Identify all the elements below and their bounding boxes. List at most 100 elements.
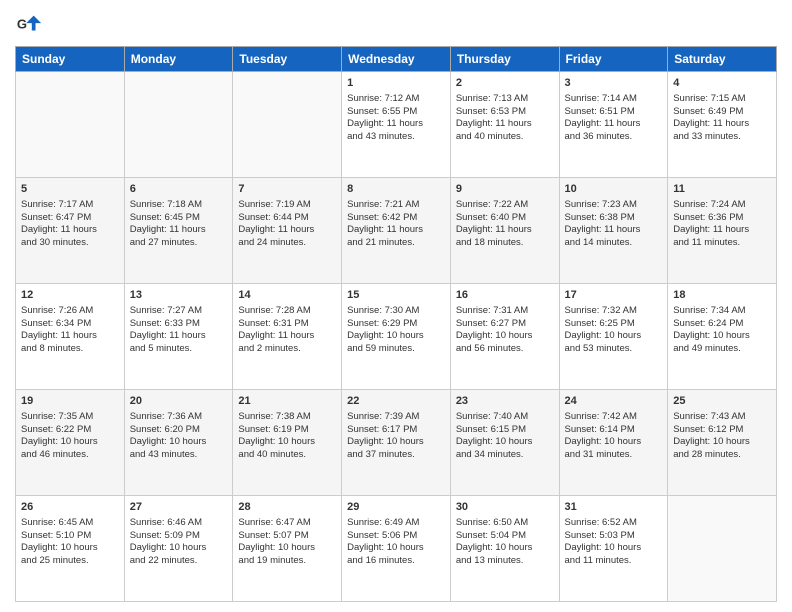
weekday-header-monday: Monday	[124, 47, 233, 72]
day-info-line: and 40 minutes.	[238, 449, 336, 462]
page: G SundayMondayTuesdayWednesdayThursdayFr…	[0, 0, 792, 612]
svg-text:G: G	[17, 17, 27, 32]
calendar-cell: 23Sunrise: 7:40 AMSunset: 6:15 PMDayligh…	[450, 390, 559, 496]
day-number: 1	[347, 76, 445, 91]
weekday-header-saturday: Saturday	[668, 47, 777, 72]
day-info-line: Sunset: 6:40 PM	[456, 212, 554, 225]
day-info-line: Sunrise: 7:27 AM	[130, 305, 228, 318]
day-info-line: Daylight: 11 hours	[130, 330, 228, 343]
day-info-line: Sunset: 6:47 PM	[21, 212, 119, 225]
calendar-cell: 28Sunrise: 6:47 AMSunset: 5:07 PMDayligh…	[233, 496, 342, 602]
day-info-line: Sunrise: 6:52 AM	[565, 517, 663, 530]
day-number: 16	[456, 288, 554, 303]
weekday-header-tuesday: Tuesday	[233, 47, 342, 72]
day-info-line: Sunset: 6:27 PM	[456, 318, 554, 331]
day-info-line: and 43 minutes.	[130, 449, 228, 462]
calendar-cell: 31Sunrise: 6:52 AMSunset: 5:03 PMDayligh…	[559, 496, 668, 602]
day-info-line: Sunset: 6:36 PM	[673, 212, 771, 225]
header: G	[15, 10, 777, 38]
day-info-line: and 36 minutes.	[565, 131, 663, 144]
day-info-line: Sunrise: 7:35 AM	[21, 411, 119, 424]
day-info-line: Sunset: 5:04 PM	[456, 530, 554, 543]
day-info-line: Sunset: 6:25 PM	[565, 318, 663, 331]
calendar-cell: 22Sunrise: 7:39 AMSunset: 6:17 PMDayligh…	[342, 390, 451, 496]
day-number: 8	[347, 182, 445, 197]
day-info-line: Daylight: 11 hours	[21, 224, 119, 237]
day-info-line: Sunset: 6:14 PM	[565, 424, 663, 437]
calendar-cell: 1Sunrise: 7:12 AMSunset: 6:55 PMDaylight…	[342, 72, 451, 178]
logo: G	[15, 10, 47, 38]
day-info-line: Sunset: 6:33 PM	[130, 318, 228, 331]
day-number: 24	[565, 394, 663, 409]
calendar-cell	[124, 72, 233, 178]
day-info-line: and 27 minutes.	[130, 237, 228, 250]
day-number: 3	[565, 76, 663, 91]
day-info-line: and 5 minutes.	[130, 343, 228, 356]
day-info-line: and 24 minutes.	[238, 237, 336, 250]
day-info-line: and 46 minutes.	[21, 449, 119, 462]
day-info-line: Sunrise: 7:31 AM	[456, 305, 554, 318]
day-info-line: Daylight: 11 hours	[565, 224, 663, 237]
day-info-line: Sunset: 6:24 PM	[673, 318, 771, 331]
calendar-header: SundayMondayTuesdayWednesdayThursdayFrid…	[16, 47, 777, 72]
day-info-line: Sunrise: 7:28 AM	[238, 305, 336, 318]
day-info-line: and 59 minutes.	[347, 343, 445, 356]
calendar-cell: 8Sunrise: 7:21 AMSunset: 6:42 PMDaylight…	[342, 178, 451, 284]
calendar-cell: 24Sunrise: 7:42 AMSunset: 6:14 PMDayligh…	[559, 390, 668, 496]
day-info-line: Daylight: 10 hours	[347, 436, 445, 449]
calendar-week-4: 26Sunrise: 6:45 AMSunset: 5:10 PMDayligh…	[16, 496, 777, 602]
day-info-line: and 37 minutes.	[347, 449, 445, 462]
calendar-cell: 20Sunrise: 7:36 AMSunset: 6:20 PMDayligh…	[124, 390, 233, 496]
day-info-line: Sunset: 5:09 PM	[130, 530, 228, 543]
weekday-header-row: SundayMondayTuesdayWednesdayThursdayFrid…	[16, 47, 777, 72]
day-info-line: Sunset: 6:34 PM	[21, 318, 119, 331]
calendar-cell: 11 Sunrise: 7:24 AMSunset: 6:36 PMDayligh…	[668, 178, 777, 284]
day-info-line: and 11 minutes.	[565, 555, 663, 568]
day-info-line: Daylight: 11 hours	[565, 118, 663, 131]
day-info-line: Sunset: 5:07 PM	[238, 530, 336, 543]
day-number: 28	[238, 500, 336, 515]
day-number: 19	[21, 394, 119, 409]
day-info-line: Sunrise: 7:18 AM	[130, 199, 228, 212]
calendar-cell: 9Sunrise: 7:22 AMSunset: 6:40 PMDaylight…	[450, 178, 559, 284]
day-info-line: Sunrise: 6:45 AM	[21, 517, 119, 530]
day-info-line: Sunrise: 7:30 AM	[347, 305, 445, 318]
calendar-cell: 18Sunrise: 7:34 AMSunset: 6:24 PMDayligh…	[668, 284, 777, 390]
day-info-line: Daylight: 11 hours	[238, 330, 336, 343]
day-info-line: and 25 minutes.	[21, 555, 119, 568]
day-info-line: Daylight: 10 hours	[238, 436, 336, 449]
day-info-line: Sunrise: 7:15 AM	[673, 93, 771, 106]
calendar-cell: 7Sunrise: 7:19 AMSunset: 6:44 PMDaylight…	[233, 178, 342, 284]
day-info-line: Sunrise: 7:17 AM	[21, 199, 119, 212]
weekday-header-thursday: Thursday	[450, 47, 559, 72]
day-number: 11	[673, 182, 771, 197]
day-info-line: Daylight: 11 hours	[456, 118, 554, 131]
calendar-cell: 25Sunrise: 7:43 AMSunset: 6:12 PMDayligh…	[668, 390, 777, 496]
day-info-line: Daylight: 11 hours	[456, 224, 554, 237]
day-info-line: Sunrise: 7:13 AM	[456, 93, 554, 106]
day-info-line: Daylight: 11 hours	[21, 330, 119, 343]
calendar-week-3: 19Sunrise: 7:35 AMSunset: 6:22 PMDayligh…	[16, 390, 777, 496]
calendar-cell: 19Sunrise: 7:35 AMSunset: 6:22 PMDayligh…	[16, 390, 125, 496]
calendar-cell: 6Sunrise: 7:18 AMSunset: 6:45 PMDaylight…	[124, 178, 233, 284]
day-info-line: Sunset: 6:42 PM	[347, 212, 445, 225]
day-info-line: Daylight: 10 hours	[130, 542, 228, 555]
day-info-line: and 40 minutes.	[456, 131, 554, 144]
logo-icon: G	[15, 10, 43, 38]
calendar-cell: 5Sunrise: 7:17 AMSunset: 6:47 PMDaylight…	[16, 178, 125, 284]
day-info-line: Sunrise: 7:24 AM	[673, 199, 771, 212]
calendar-cell	[233, 72, 342, 178]
calendar-cell: 13Sunrise: 7:27 AMSunset: 6:33 PMDayligh…	[124, 284, 233, 390]
weekday-header-sunday: Sunday	[16, 47, 125, 72]
calendar-cell: 12Sunrise: 7:26 AMSunset: 6:34 PMDayligh…	[16, 284, 125, 390]
calendar-cell	[668, 496, 777, 602]
day-info-line: Sunrise: 7:12 AM	[347, 93, 445, 106]
calendar-cell: 29Sunrise: 6:49 AMSunset: 5:06 PMDayligh…	[342, 496, 451, 602]
calendar-cell: 3Sunrise: 7:14 AMSunset: 6:51 PMDaylight…	[559, 72, 668, 178]
day-info-line: Daylight: 11 hours	[673, 224, 771, 237]
day-number: 10	[565, 182, 663, 197]
day-info-line: and 31 minutes.	[565, 449, 663, 462]
day-info-line: Sunrise: 7:34 AM	[673, 305, 771, 318]
day-info-line: Sunrise: 7:42 AM	[565, 411, 663, 424]
day-info-line: and 28 minutes.	[673, 449, 771, 462]
